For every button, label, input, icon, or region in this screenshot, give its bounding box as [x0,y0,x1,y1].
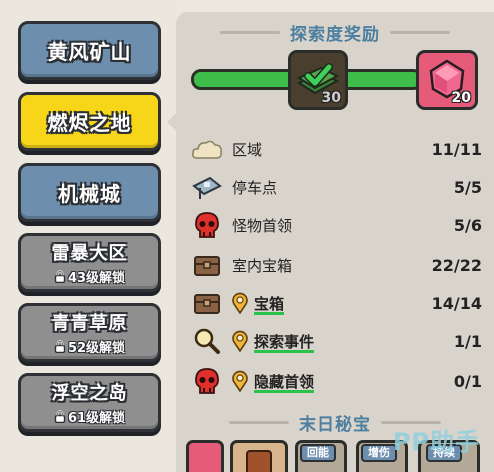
stat-value: 5/6 [453,215,482,235]
stat-label: 室内宝箱 [232,256,293,275]
lock-requirement: 52级解锁 [54,337,125,356]
lock-icon [54,410,66,423]
stat-row-area: 区域 11/11 [190,134,482,164]
treasure-card-gem[interactable] [186,440,224,472]
region-name: 雷暴大区 [51,243,128,264]
region-button-huangfeng[interactable]: 黄风矿山 [18,21,161,80]
stat-label: 宝箱 [254,294,285,313]
secret-title: 末日秘宝 [299,415,371,435]
lock-text: 43级解锁 [67,271,126,286]
map-pin-icon [230,291,250,315]
stat-value: 11/11 [431,139,482,159]
brown-chest-icon [190,250,224,280]
stat-label: 停车点 [232,178,278,197]
region-name: 机械城 [58,182,121,206]
stat-value: 5/5 [453,177,482,197]
stat-row-boss: 怪物首领 5/6 [190,210,482,240]
red-skull-icon [190,210,224,240]
reward-count: 30 [321,90,341,106]
region-button-jixie[interactable]: 机械城 [18,163,161,222]
lock-text: 52级解锁 [67,341,126,356]
map-pin-icon [230,369,250,393]
region-name: 青青草原 [51,313,128,334]
lock-icon [54,340,66,353]
brown-chest-icon [190,288,224,318]
stat-label: 区域 [232,140,263,159]
magnifier-icon [190,326,224,356]
divider [220,31,280,34]
region-name: 燃烬之地 [47,111,132,135]
treasure-item-icon [246,450,272,472]
cloud-icon [190,134,224,164]
region-name: 浮空之岛 [51,383,128,404]
stat-row-parking: 停车点 5/5 [190,172,482,202]
stat-row-event[interactable]: 探索事件 1/1 [190,326,482,356]
treasure-card-item[interactable] [230,440,288,472]
region-detail-panel: 探索度奖励 30 20 区域 11/11 停车点 5/5 怪物首领 5/6 室内… [176,12,494,472]
lock-requirement: 61级解锁 [54,407,125,426]
region-button-qingqing[interactable]: 青青草原 52级解锁 [18,303,161,362]
region-button-leibao[interactable]: 雷暴大区 43级解锁 [18,233,161,292]
exploration-title-row: 探索度奖励 [176,20,494,45]
selection-pointer [167,113,176,131]
tag-energy: 回能 [300,444,336,462]
stat-value: 1/1 [453,331,482,351]
region-button-fukong[interactable]: 浮空之岛 61级解锁 [18,373,161,432]
map-pin-icon [230,329,250,353]
lock-requirement: 43级解锁 [54,267,125,286]
exploration-title: 探索度奖励 [290,25,380,45]
stat-row-hidden-boss[interactable]: 隐藏首领 0/1 [190,366,482,396]
stat-value: 14/14 [431,293,482,313]
stat-row-indoor-chest: 室内宝箱 22/22 [190,250,482,280]
tag-damage: 增伤 [361,444,397,462]
stat-label: 探索事件 [254,332,315,351]
region-name: 黄风矿山 [47,40,132,64]
region-button-ranjin[interactable]: 燃烬之地 [18,92,161,151]
stat-label: 隐藏首领 [254,372,315,391]
red-skull-icon [190,366,224,396]
lock-text: 61级解锁 [67,411,126,426]
divider [229,421,289,424]
stat-row-chest[interactable]: 宝箱 14/14 [190,288,482,318]
reward-count: 20 [451,90,471,106]
divider [390,31,450,34]
reward-gem[interactable]: 20 [416,50,478,110]
stat-value: 22/22 [431,255,482,275]
region-sidebar: 黄风矿山 燃烬之地 机械城 雷暴大区 43级解锁 青青草原 52级解锁 浮空之岛… [0,0,176,472]
watermark-text: PP助手 [392,428,480,456]
reward-cash[interactable]: 30 [288,50,348,110]
stat-label: 怪物首领 [232,216,293,235]
lock-icon [54,270,66,283]
parking-sign-icon [190,172,224,202]
stat-value: 0/1 [453,371,482,391]
